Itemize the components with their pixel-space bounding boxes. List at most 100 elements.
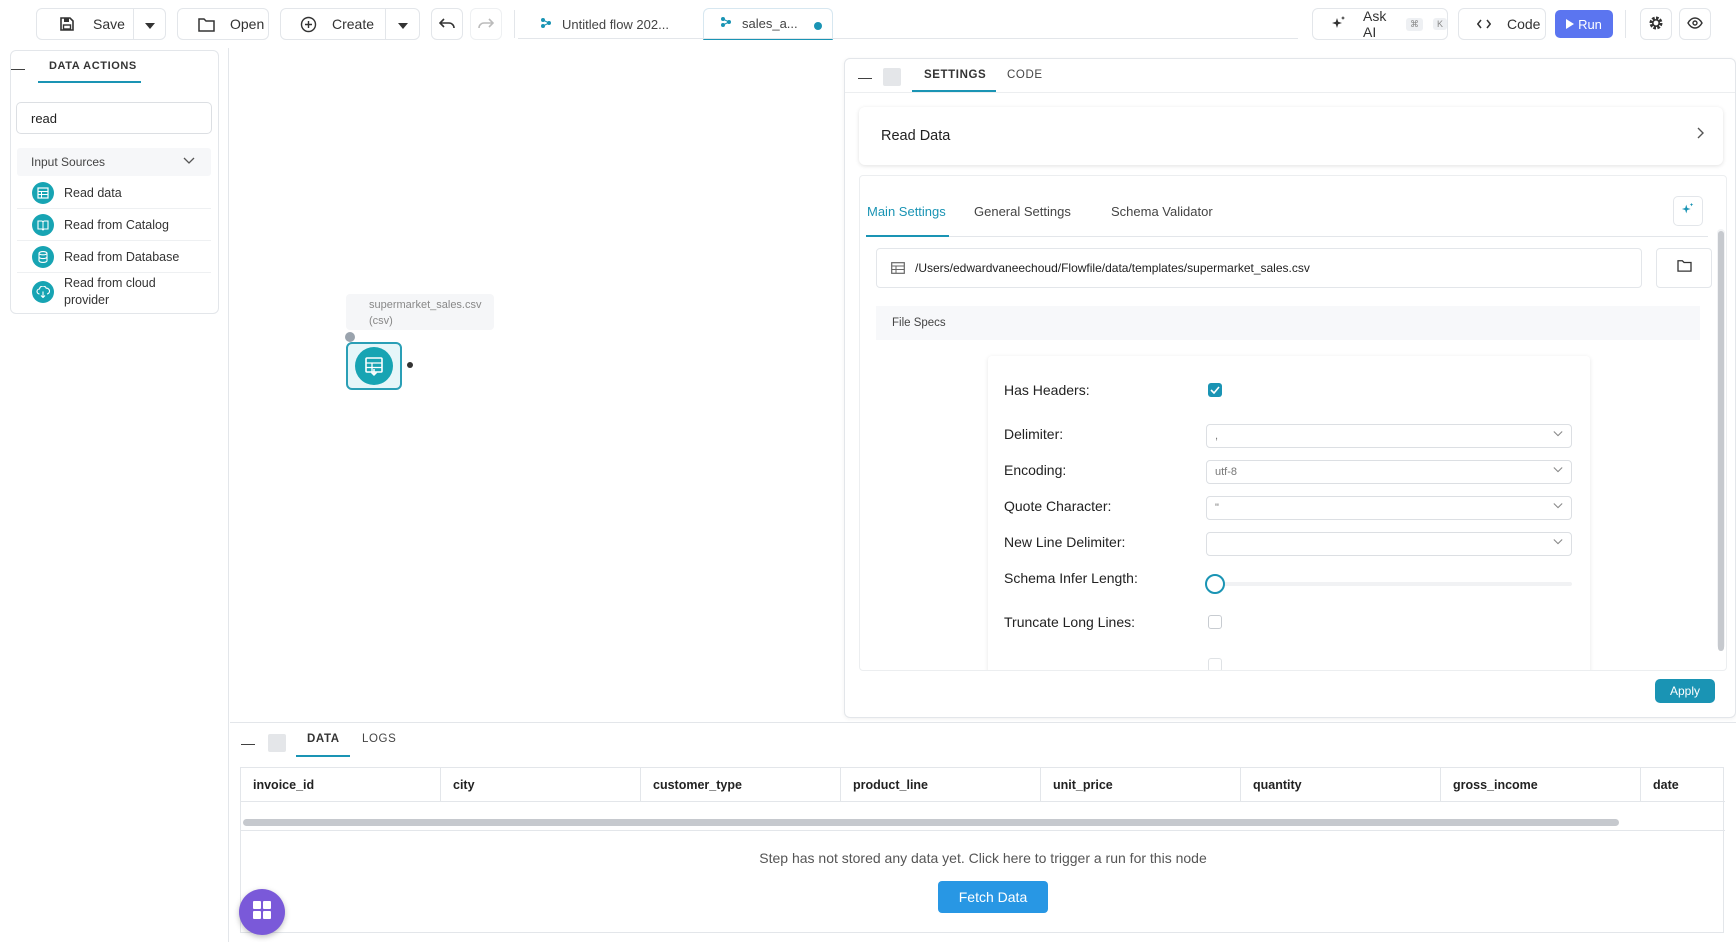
has-headers-checkbox[interactable] bbox=[1208, 383, 1222, 397]
column-header[interactable]: city bbox=[441, 768, 641, 802]
action-read-from-catalog[interactable]: Read from Catalog bbox=[17, 209, 211, 241]
save-button-group: Save bbox=[36, 8, 166, 40]
column-header[interactable]: date bbox=[1641, 768, 1725, 802]
maximize-button[interactable] bbox=[268, 734, 286, 752]
minimize-button[interactable]: — bbox=[855, 67, 875, 87]
action-label: Read data bbox=[64, 186, 122, 200]
column-header[interactable]: customer_type bbox=[641, 768, 841, 802]
maximize-button[interactable] bbox=[883, 68, 901, 86]
shortcut-key: ⌘ bbox=[1405, 17, 1423, 31]
chevron-down-icon bbox=[1553, 465, 1563, 478]
open-button[interactable]: Open bbox=[177, 8, 269, 40]
sparkle-icon bbox=[1681, 202, 1695, 221]
encoding-select[interactable]: utf-8 bbox=[1206, 460, 1572, 484]
tab-settings[interactable]: SETTINGS bbox=[924, 69, 986, 81]
minimize-button[interactable]: — bbox=[238, 733, 258, 753]
data-actions-panel: — DATA ACTIONS Input Sources Read data R… bbox=[0, 48, 229, 942]
tab-general-settings[interactable]: General Settings bbox=[974, 204, 1071, 219]
settings-scrollbar[interactable] bbox=[1717, 229, 1725, 651]
settings-button[interactable] bbox=[1640, 8, 1672, 40]
fetch-data-button[interactable]: Fetch Data bbox=[938, 881, 1048, 913]
divider bbox=[518, 38, 1298, 39]
action-read-from-database[interactable]: Read from Database bbox=[17, 241, 211, 273]
file-path-field[interactable]: /Users/edwardvaneechoud/Flowfile/data/te… bbox=[876, 248, 1642, 288]
undo-button[interactable] bbox=[431, 8, 463, 40]
apply-button[interactable]: Apply bbox=[1655, 679, 1715, 703]
truncate-long-lines-checkbox[interactable] bbox=[1208, 615, 1222, 629]
read-data-node[interactable] bbox=[346, 342, 402, 390]
column-header[interactable]: quantity bbox=[1241, 768, 1441, 802]
unsaved-dot-icon bbox=[814, 22, 822, 30]
quote-character-value: " bbox=[1215, 502, 1219, 514]
tab-code[interactable]: CODE bbox=[1007, 69, 1043, 81]
action-label: Read from cloud provider bbox=[64, 276, 156, 307]
encoding-value: utf-8 bbox=[1215, 466, 1238, 478]
tab-logs[interactable]: LOGS bbox=[362, 733, 396, 745]
run-button[interactable]: Run bbox=[1555, 10, 1613, 38]
ask-ai-button[interactable]: Ask AI ⌘ K bbox=[1312, 8, 1448, 40]
flow-tab-untitled[interactable]: Untitled flow 202... bbox=[530, 8, 700, 40]
table-icon bbox=[891, 262, 905, 274]
delimiter-select[interactable]: , bbox=[1206, 424, 1572, 448]
eye-icon bbox=[1687, 16, 1703, 32]
flow-tab-sales[interactable]: sales_a... bbox=[703, 8, 833, 40]
input-sources-section-header[interactable]: Input Sources bbox=[17, 148, 211, 176]
schema-infer-length-label: Schema Infer Length: bbox=[1004, 570, 1138, 586]
redo-icon bbox=[478, 16, 495, 32]
browse-folder-button[interactable] bbox=[1656, 248, 1712, 288]
tab-data-actions[interactable]: DATA ACTIONS bbox=[49, 60, 137, 72]
minimize-button[interactable]: — bbox=[8, 58, 28, 78]
action-read-from-cloud[interactable]: Read from cloud provider bbox=[17, 273, 211, 311]
schema-infer-length-slider-track[interactable] bbox=[1218, 582, 1572, 586]
action-read-data[interactable]: Read data bbox=[17, 178, 211, 209]
action-label: Read from Catalog bbox=[64, 217, 169, 232]
node-output-port[interactable] bbox=[407, 362, 413, 368]
create-dropdown-button[interactable] bbox=[386, 16, 419, 32]
next-option-checkbox[interactable] bbox=[1208, 658, 1222, 670]
divider bbox=[514, 10, 515, 38]
preview-button[interactable] bbox=[1679, 8, 1711, 40]
flow-canvas[interactable] bbox=[230, 48, 844, 722]
node-input-port[interactable] bbox=[345, 332, 355, 342]
column-header[interactable]: gross_income bbox=[1441, 768, 1641, 802]
chevron-right-icon bbox=[1697, 126, 1705, 144]
tab-main-settings[interactable]: Main Settings bbox=[867, 204, 946, 219]
read-data-card[interactable]: Read Data bbox=[859, 107, 1723, 165]
create-label: Create bbox=[332, 16, 375, 32]
schema-infer-length-slider-thumb[interactable] bbox=[1205, 574, 1225, 594]
active-tab-indicator bbox=[296, 755, 350, 757]
quote-character-select[interactable]: " bbox=[1206, 496, 1572, 520]
check-icon bbox=[1210, 381, 1220, 399]
tab-data[interactable]: DATA bbox=[307, 733, 340, 745]
section-label: Input Sources bbox=[31, 155, 106, 169]
create-button-group: Create bbox=[280, 8, 420, 40]
divider bbox=[1625, 10, 1626, 38]
code-button[interactable]: Code bbox=[1458, 8, 1546, 40]
play-icon bbox=[1566, 17, 1575, 32]
create-button[interactable]: Create bbox=[281, 9, 385, 39]
chevron-down-icon bbox=[1553, 537, 1563, 550]
column-header[interactable]: invoice_id bbox=[241, 768, 441, 802]
empty-state-message[interactable]: Step has not stored any data yet. Click … bbox=[241, 850, 1725, 866]
search-input[interactable] bbox=[16, 102, 212, 134]
scrollbar-thumb[interactable] bbox=[1718, 231, 1724, 651]
tab-schema-validator[interactable]: Schema Validator bbox=[1111, 204, 1213, 219]
app-launcher-button[interactable] bbox=[239, 889, 285, 935]
folder-icon bbox=[196, 14, 216, 34]
column-header[interactable]: unit_price bbox=[1041, 768, 1241, 802]
settings-content: Main Settings General Settings Schema Va… bbox=[859, 175, 1727, 671]
new-line-delimiter-select[interactable] bbox=[1206, 532, 1572, 556]
gear-icon bbox=[1648, 15, 1664, 34]
database-icon bbox=[32, 245, 54, 268]
save-button[interactable]: Save bbox=[37, 9, 133, 39]
ai-assist-button[interactable] bbox=[1673, 196, 1703, 226]
card-title: Read Data bbox=[881, 128, 951, 144]
file-specs-header: File Specs bbox=[876, 306, 1700, 340]
save-dropdown-button[interactable] bbox=[134, 16, 165, 32]
column-header[interactable]: product_line bbox=[841, 768, 1041, 802]
caret-down-icon bbox=[397, 16, 408, 32]
truncate-long-lines-label: Truncate Long Lines: bbox=[1004, 614, 1136, 630]
horizontal-scrollbar[interactable] bbox=[243, 819, 1619, 826]
redo-button[interactable] bbox=[470, 8, 502, 40]
divider bbox=[241, 830, 1725, 831]
